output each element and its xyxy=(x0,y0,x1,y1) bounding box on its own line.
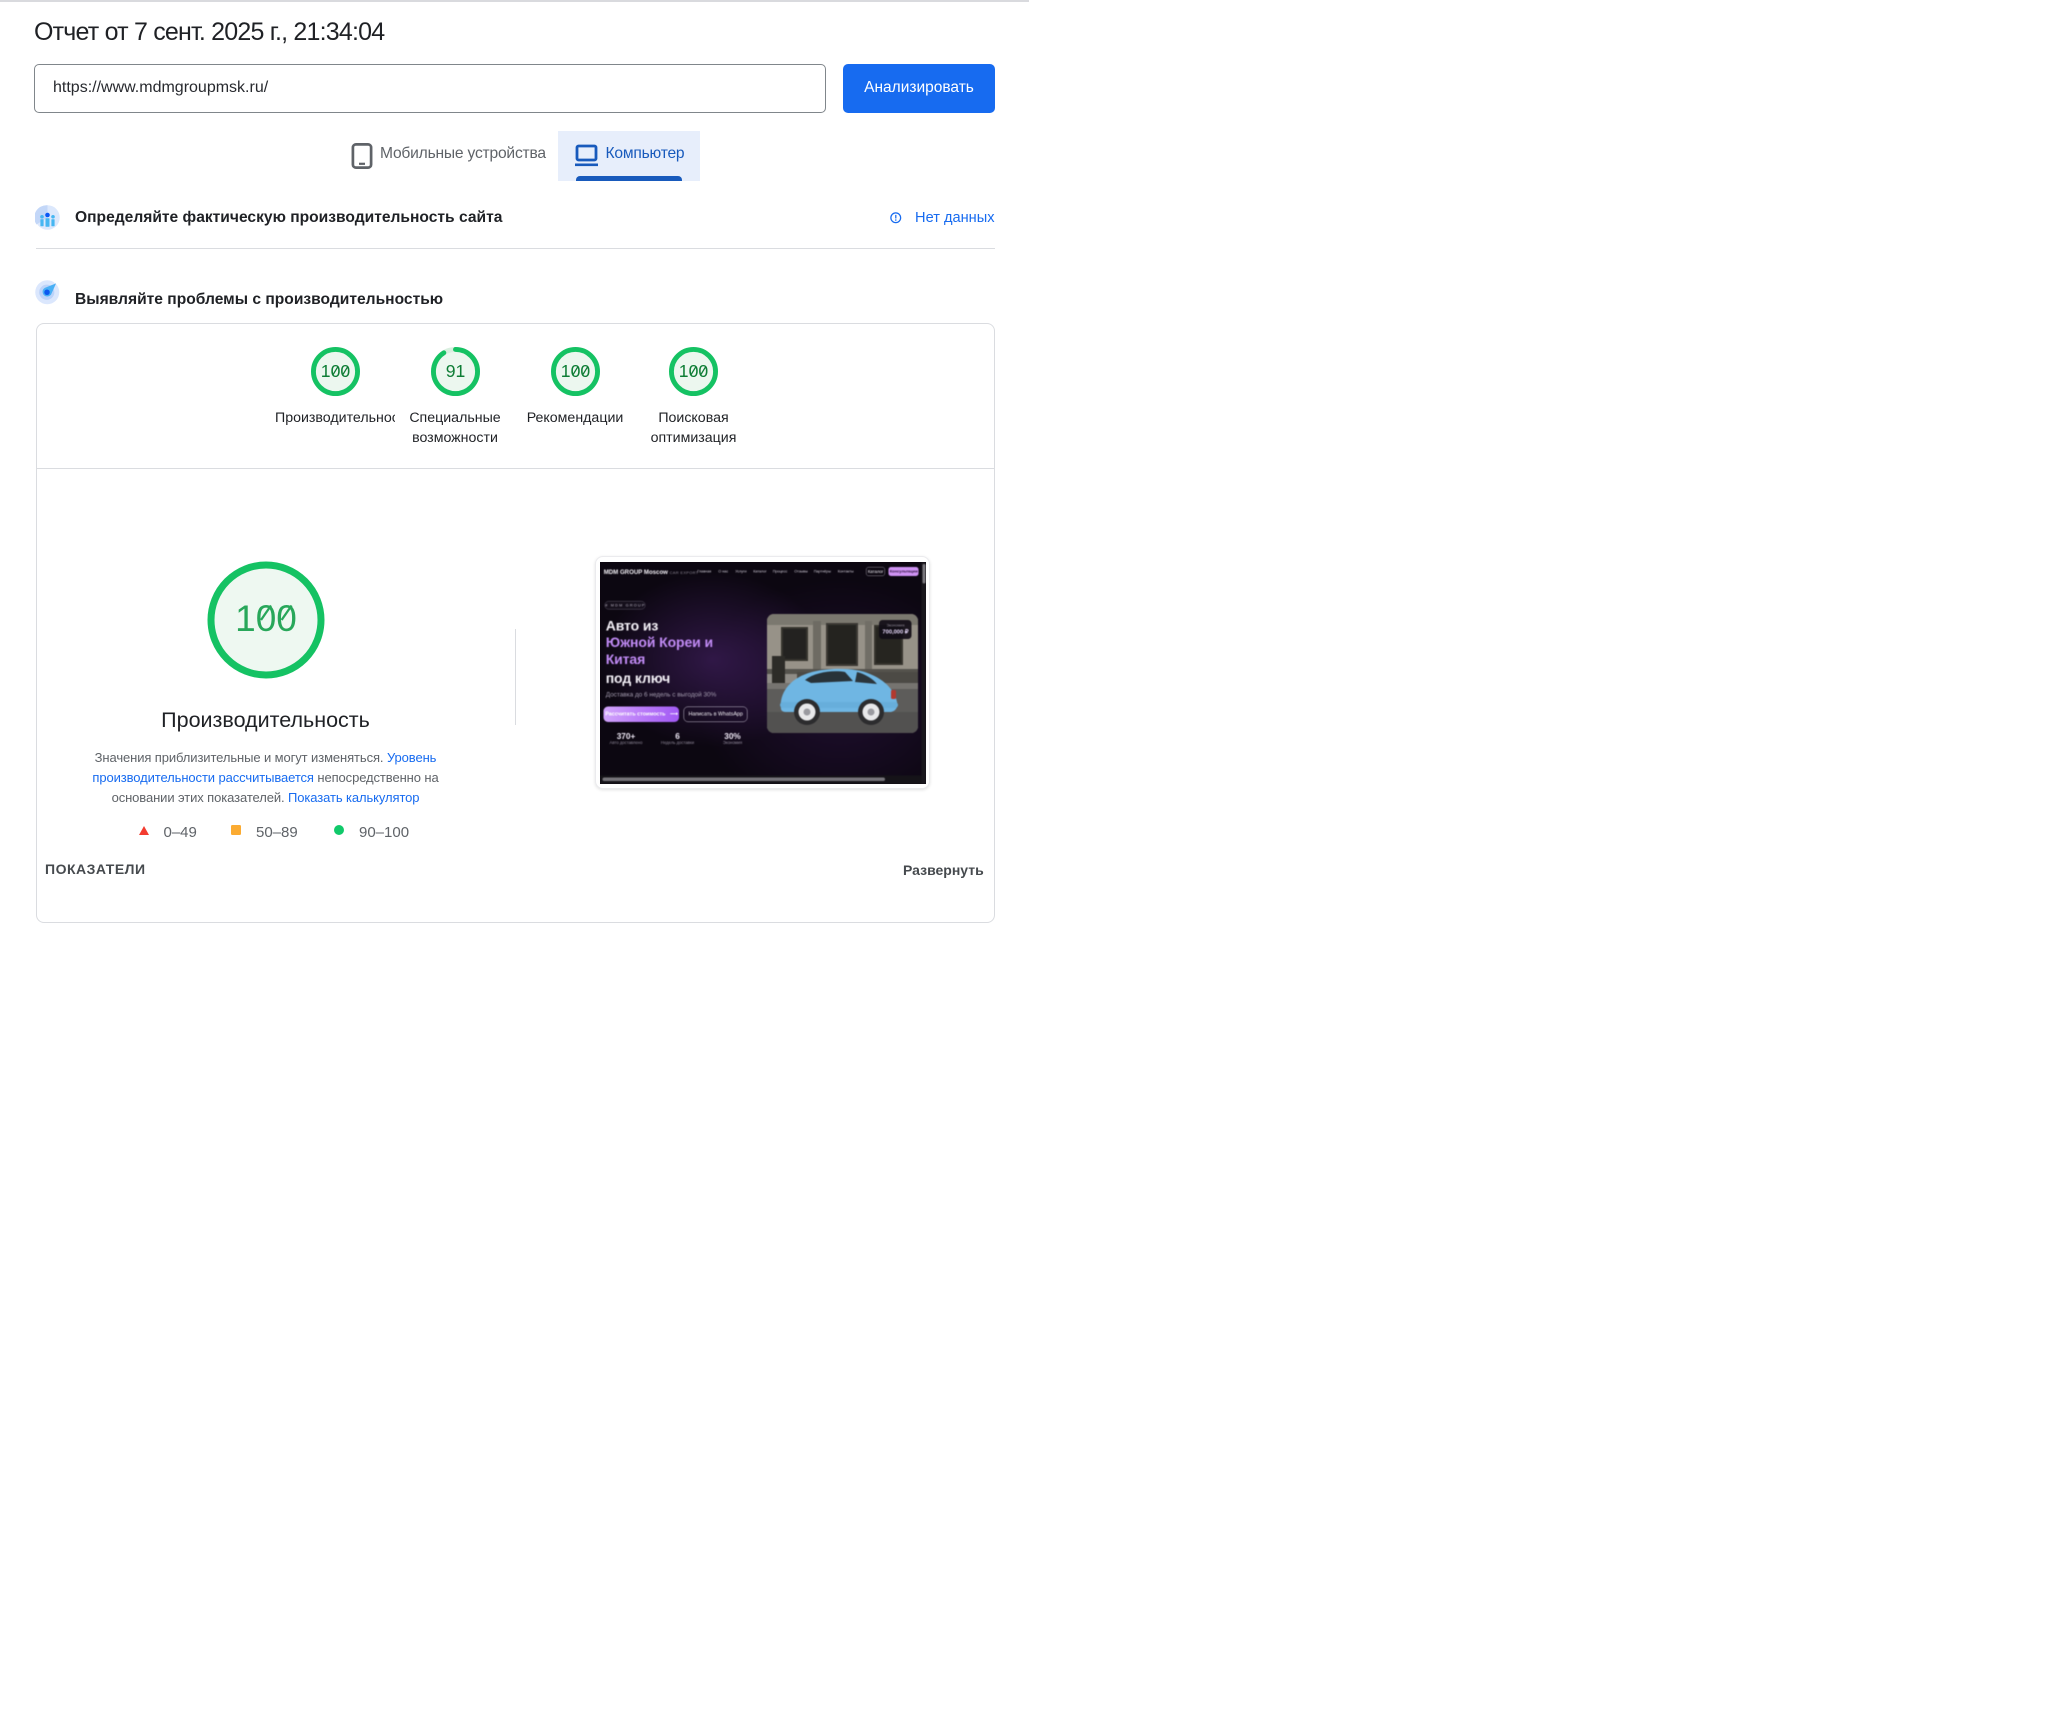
svg-text:100: 100 xyxy=(235,598,297,639)
svg-text:91: 91 xyxy=(445,360,465,380)
